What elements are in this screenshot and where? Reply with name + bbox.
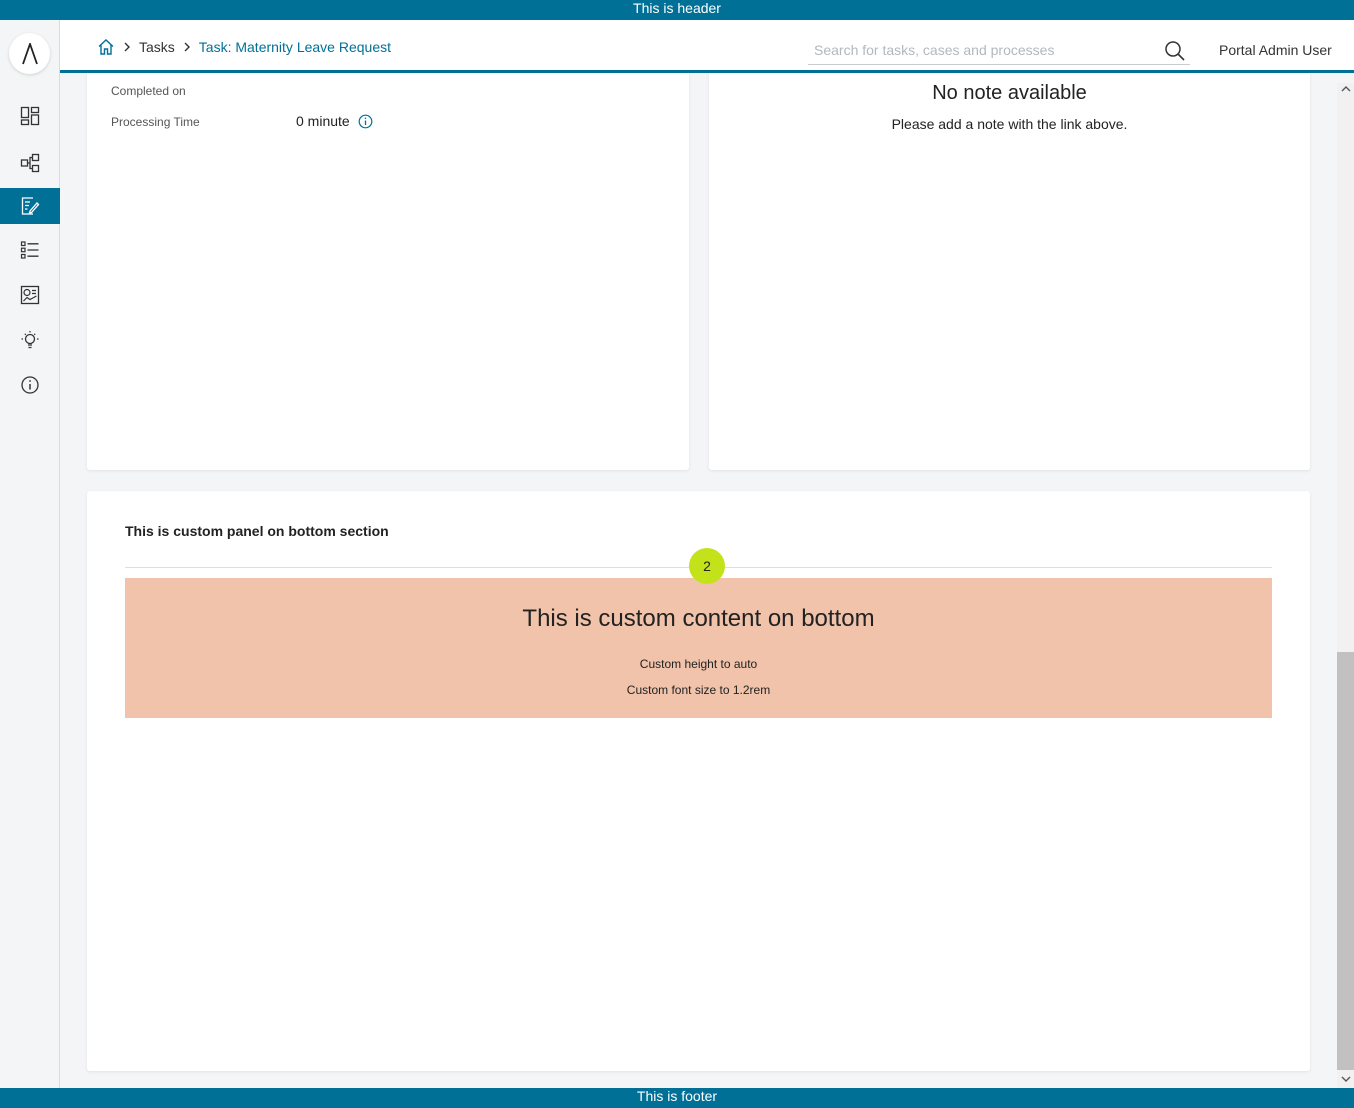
- dashboard-icon: [20, 106, 40, 126]
- processing-time-value: 0 minute: [296, 113, 350, 129]
- statistics-icon: [20, 285, 40, 305]
- processing-time-label: Processing Time: [111, 115, 200, 129]
- scroll-up-icon[interactable]: [1337, 83, 1354, 97]
- global-search: [808, 38, 1190, 65]
- sidebar-item-processes[interactable]: [0, 145, 60, 181]
- process-icon: [20, 153, 40, 173]
- user-menu[interactable]: Portal Admin User: [1219, 42, 1332, 58]
- top-navigation-bar: Tasks Task: Maternity Leave Request Port…: [60, 20, 1354, 70]
- breadcrumb-item-tasks[interactable]: Tasks: [139, 39, 175, 55]
- task-details-card: Completed on Processing Time 0 minute: [87, 73, 689, 470]
- scrollbar-thumb[interactable]: [1337, 652, 1354, 1070]
- step-badge: 2: [689, 548, 725, 584]
- panel-title: This is custom panel on bottom section: [125, 523, 389, 539]
- custom-content-title: This is custom content on bottom: [522, 605, 875, 632]
- sidebar-item-ideas[interactable]: [0, 322, 60, 358]
- app-logo[interactable]: [9, 33, 50, 74]
- footer-banner: This is footer: [0, 1088, 1354, 1108]
- custom-content-line-2: Custom font size to 1.2rem: [626, 683, 771, 697]
- header-banner: This is header: [0, 0, 1354, 20]
- completed-on-label: Completed on: [111, 84, 186, 98]
- logo-icon: [21, 42, 38, 64]
- custom-bottom-panel: This is custom panel on bottom section T…: [87, 491, 1310, 1071]
- no-note-hint: Please add a note with the link above.: [891, 116, 1128, 132]
- list-icon: [20, 241, 39, 259]
- no-note-title: No note available: [932, 82, 1087, 104]
- chevron-right-icon: [183, 42, 191, 52]
- sidebar-item-tasks[interactable]: [0, 188, 60, 224]
- breadcrumb: Tasks Task: Maternity Leave Request: [97, 38, 391, 56]
- info-icon[interactable]: [358, 114, 373, 129]
- task-edit-icon: [21, 197, 40, 215]
- search-input[interactable]: [808, 38, 1148, 62]
- custom-content-box: This is custom content on bottom Custom …: [125, 578, 1272, 718]
- sidebar-item-statistics[interactable]: [0, 277, 60, 313]
- sidebar-item-about[interactable]: [0, 367, 60, 403]
- sidebar-item-dashboard[interactable]: [0, 98, 60, 134]
- sidebar-item-cases[interactable]: [0, 232, 60, 268]
- processing-time: 0 minute: [296, 113, 373, 129]
- custom-content-line-1: Custom height to auto: [639, 657, 758, 671]
- notes-card: No note available Please add a note with…: [709, 73, 1310, 470]
- search-icon[interactable]: [1164, 40, 1186, 62]
- main-content: Completed on Processing Time 0 minute No…: [60, 73, 1337, 1088]
- home-icon[interactable]: [97, 38, 115, 56]
- chevron-right-icon: [123, 42, 131, 52]
- scroll-down-icon[interactable]: [1337, 1073, 1354, 1087]
- sidebar: [0, 20, 60, 1088]
- info-icon: [21, 376, 39, 394]
- breadcrumb-item-current-task[interactable]: Task: Maternity Leave Request: [199, 39, 391, 55]
- lightbulb-icon: [21, 331, 39, 349]
